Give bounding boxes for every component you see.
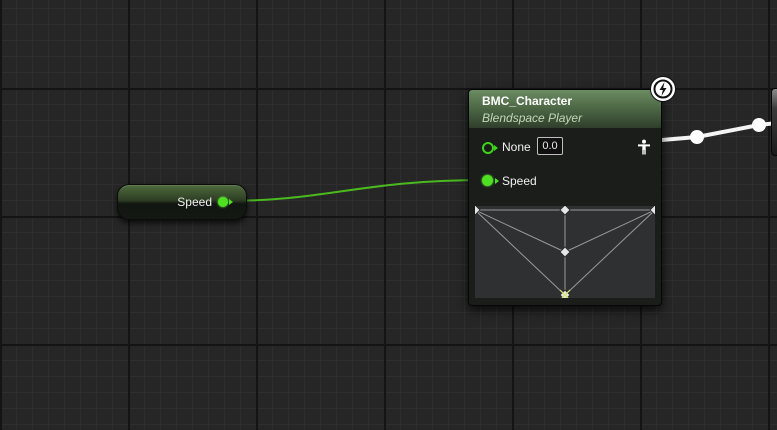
none-input-row: None 0.0 [469, 136, 661, 158]
pin-arrow-icon [494, 145, 498, 151]
speed-input-row: Speed [469, 170, 661, 192]
none-input-label: None [502, 140, 531, 154]
node-subtitle: Blendspace Player [482, 111, 583, 125]
none-input-pin[interactable] [482, 142, 494, 154]
wire-knot [690, 130, 704, 144]
output-pose-node-edge[interactable] [771, 88, 777, 156]
lightning-icon [650, 76, 676, 102]
speed-variable-label: Speed [177, 195, 212, 209]
speed-variable-node[interactable]: Speed [117, 184, 247, 220]
blendspace-player-node[interactable]: BMC_Character Blendspace Player None 0.0… [468, 89, 662, 306]
speed-input-label: Speed [502, 174, 537, 188]
wire-knot [752, 118, 766, 132]
speed-wire [221, 179, 488, 202]
pose-output-wire [648, 121, 777, 143]
node-header: BMC_Character Blendspace Player [469, 90, 661, 128]
node-title: BMC_Character [482, 94, 573, 108]
pin-arrow-icon [495, 178, 499, 184]
speed-input-pin[interactable] [482, 175, 493, 186]
none-value-field[interactable]: 0.0 [537, 137, 563, 155]
blendspace-preview-graph [475, 206, 655, 298]
speed-output-pin[interactable] [218, 197, 228, 207]
pose-figure-icon[interactable] [636, 139, 652, 155]
pin-arrow-icon [229, 199, 233, 205]
